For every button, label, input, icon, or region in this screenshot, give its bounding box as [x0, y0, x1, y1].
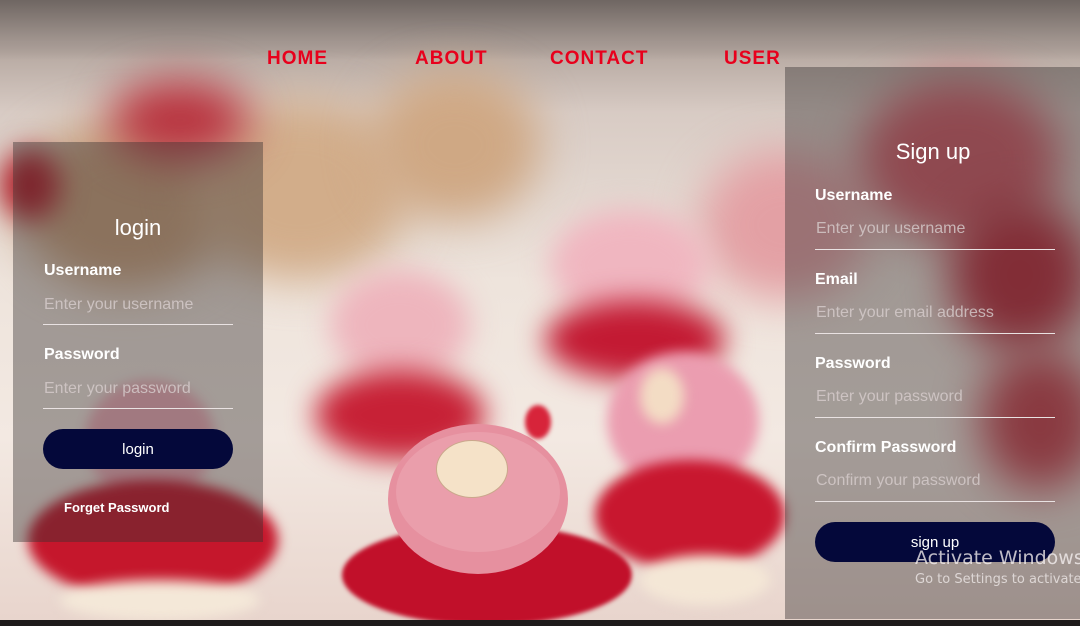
- login-password-label: Password: [44, 346, 120, 363]
- signup-email-input[interactable]: [815, 301, 1055, 334]
- signup-password-input[interactable]: [815, 385, 1055, 418]
- login-title: login: [114, 215, 162, 240]
- login-username-input[interactable]: [43, 293, 233, 325]
- activate-windows-title: Activate Windows: [915, 547, 1080, 569]
- signup-username-input[interactable]: [815, 217, 1055, 250]
- signup-email-label: Email: [815, 271, 858, 288]
- forgot-password-link[interactable]: Forget Password: [64, 500, 169, 515]
- signup-confirm-password-input[interactable]: [815, 469, 1055, 502]
- nav-about[interactable]: ABOUT: [415, 48, 488, 70]
- signup-panel: Sign up Username Email Password Confirm …: [785, 67, 1080, 619]
- signup-username-label: Username: [815, 187, 893, 204]
- signup-confirm-password-label: Confirm Password: [815, 439, 957, 456]
- nav-contact[interactable]: CONTACT: [550, 48, 648, 70]
- activate-windows-subtitle: Go to Settings to activate: [915, 572, 1080, 587]
- login-password-input[interactable]: [43, 377, 233, 409]
- nav-user[interactable]: USER: [724, 48, 781, 70]
- signup-password-label: Password: [815, 355, 891, 372]
- login-panel: login Username Password login Forget Pas…: [13, 142, 263, 542]
- signup-title: Sign up: [895, 139, 971, 164]
- nav-home[interactable]: HOME: [267, 48, 328, 70]
- bottom-strip: [0, 620, 1080, 626]
- login-button[interactable]: login: [43, 429, 233, 469]
- login-username-label: Username: [44, 262, 122, 279]
